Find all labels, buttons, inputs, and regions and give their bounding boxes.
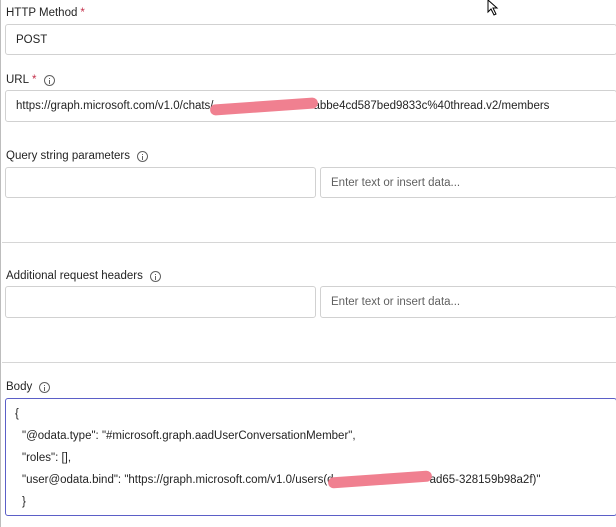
request-header-value-input[interactable]: Enter text or insert data... [320,286,616,318]
url-label: URL * [6,72,55,88]
http-request-form: HTTP Method * POST URL * https://graph.m… [0,0,616,527]
body-line-start: "user@odata.bind": "https://graph.micros… [22,474,334,486]
required-mark: * [80,7,85,19]
info-icon[interactable] [149,270,161,282]
required-mark: * [32,74,37,86]
body-line: "user@odata.bind": "https://graph.micros… [22,470,541,490]
url-value-start: https://graph.microsoft.com/v1.0/chats/ [16,100,214,112]
request-header-key-input[interactable] [5,286,316,318]
query-param-value-input[interactable]: Enter text or insert data... [320,167,616,198]
body-line: { [15,408,19,420]
http-method-select[interactable]: POST [5,24,616,55]
body-line: "@odata.type": "#microsoft.graph.aadUser… [22,430,356,442]
http-method-label: HTTP Method * [6,5,85,21]
query-param-value-placeholder: Enter text or insert data... [331,176,461,189]
request-headers-label-text: Additional request headers [6,270,143,282]
request-headers-label: Additional request headers [6,268,161,284]
http-method-value: POST [16,33,48,46]
body-line-end: ad65-328159b98a2f)" [429,474,541,486]
body-label: Body [6,379,51,395]
section-divider [2,362,616,363]
mouse-cursor-icon [487,0,499,16]
body-editor[interactable]: { "@odata.type": "#microsoft.graph.aadUs… [5,398,616,516]
info-icon[interactable] [137,150,148,162]
url-label-text: URL [6,74,30,86]
section-divider [2,242,616,243]
info-icon[interactable] [43,74,55,86]
request-header-value-placeholder: Enter text or insert data... [331,296,461,308]
redaction-mark [327,470,432,490]
query-params-label: Query string parameters [6,148,148,164]
body-line: "roles": [], [22,452,72,464]
info-icon[interactable] [39,381,51,393]
url-value-end: abbe4cd587bed9833c%40thread.v2/members [313,100,550,112]
body-label-text: Body [6,381,33,393]
http-method-label-text: HTTP Method [6,7,78,19]
body-line: } [22,496,26,508]
url-input[interactable]: https://graph.microsoft.com/v1.0/chats/ … [5,90,616,122]
query-params-label-text: Query string parameters [6,150,130,162]
query-param-key-input[interactable] [5,167,316,198]
redaction-mark [209,96,318,116]
